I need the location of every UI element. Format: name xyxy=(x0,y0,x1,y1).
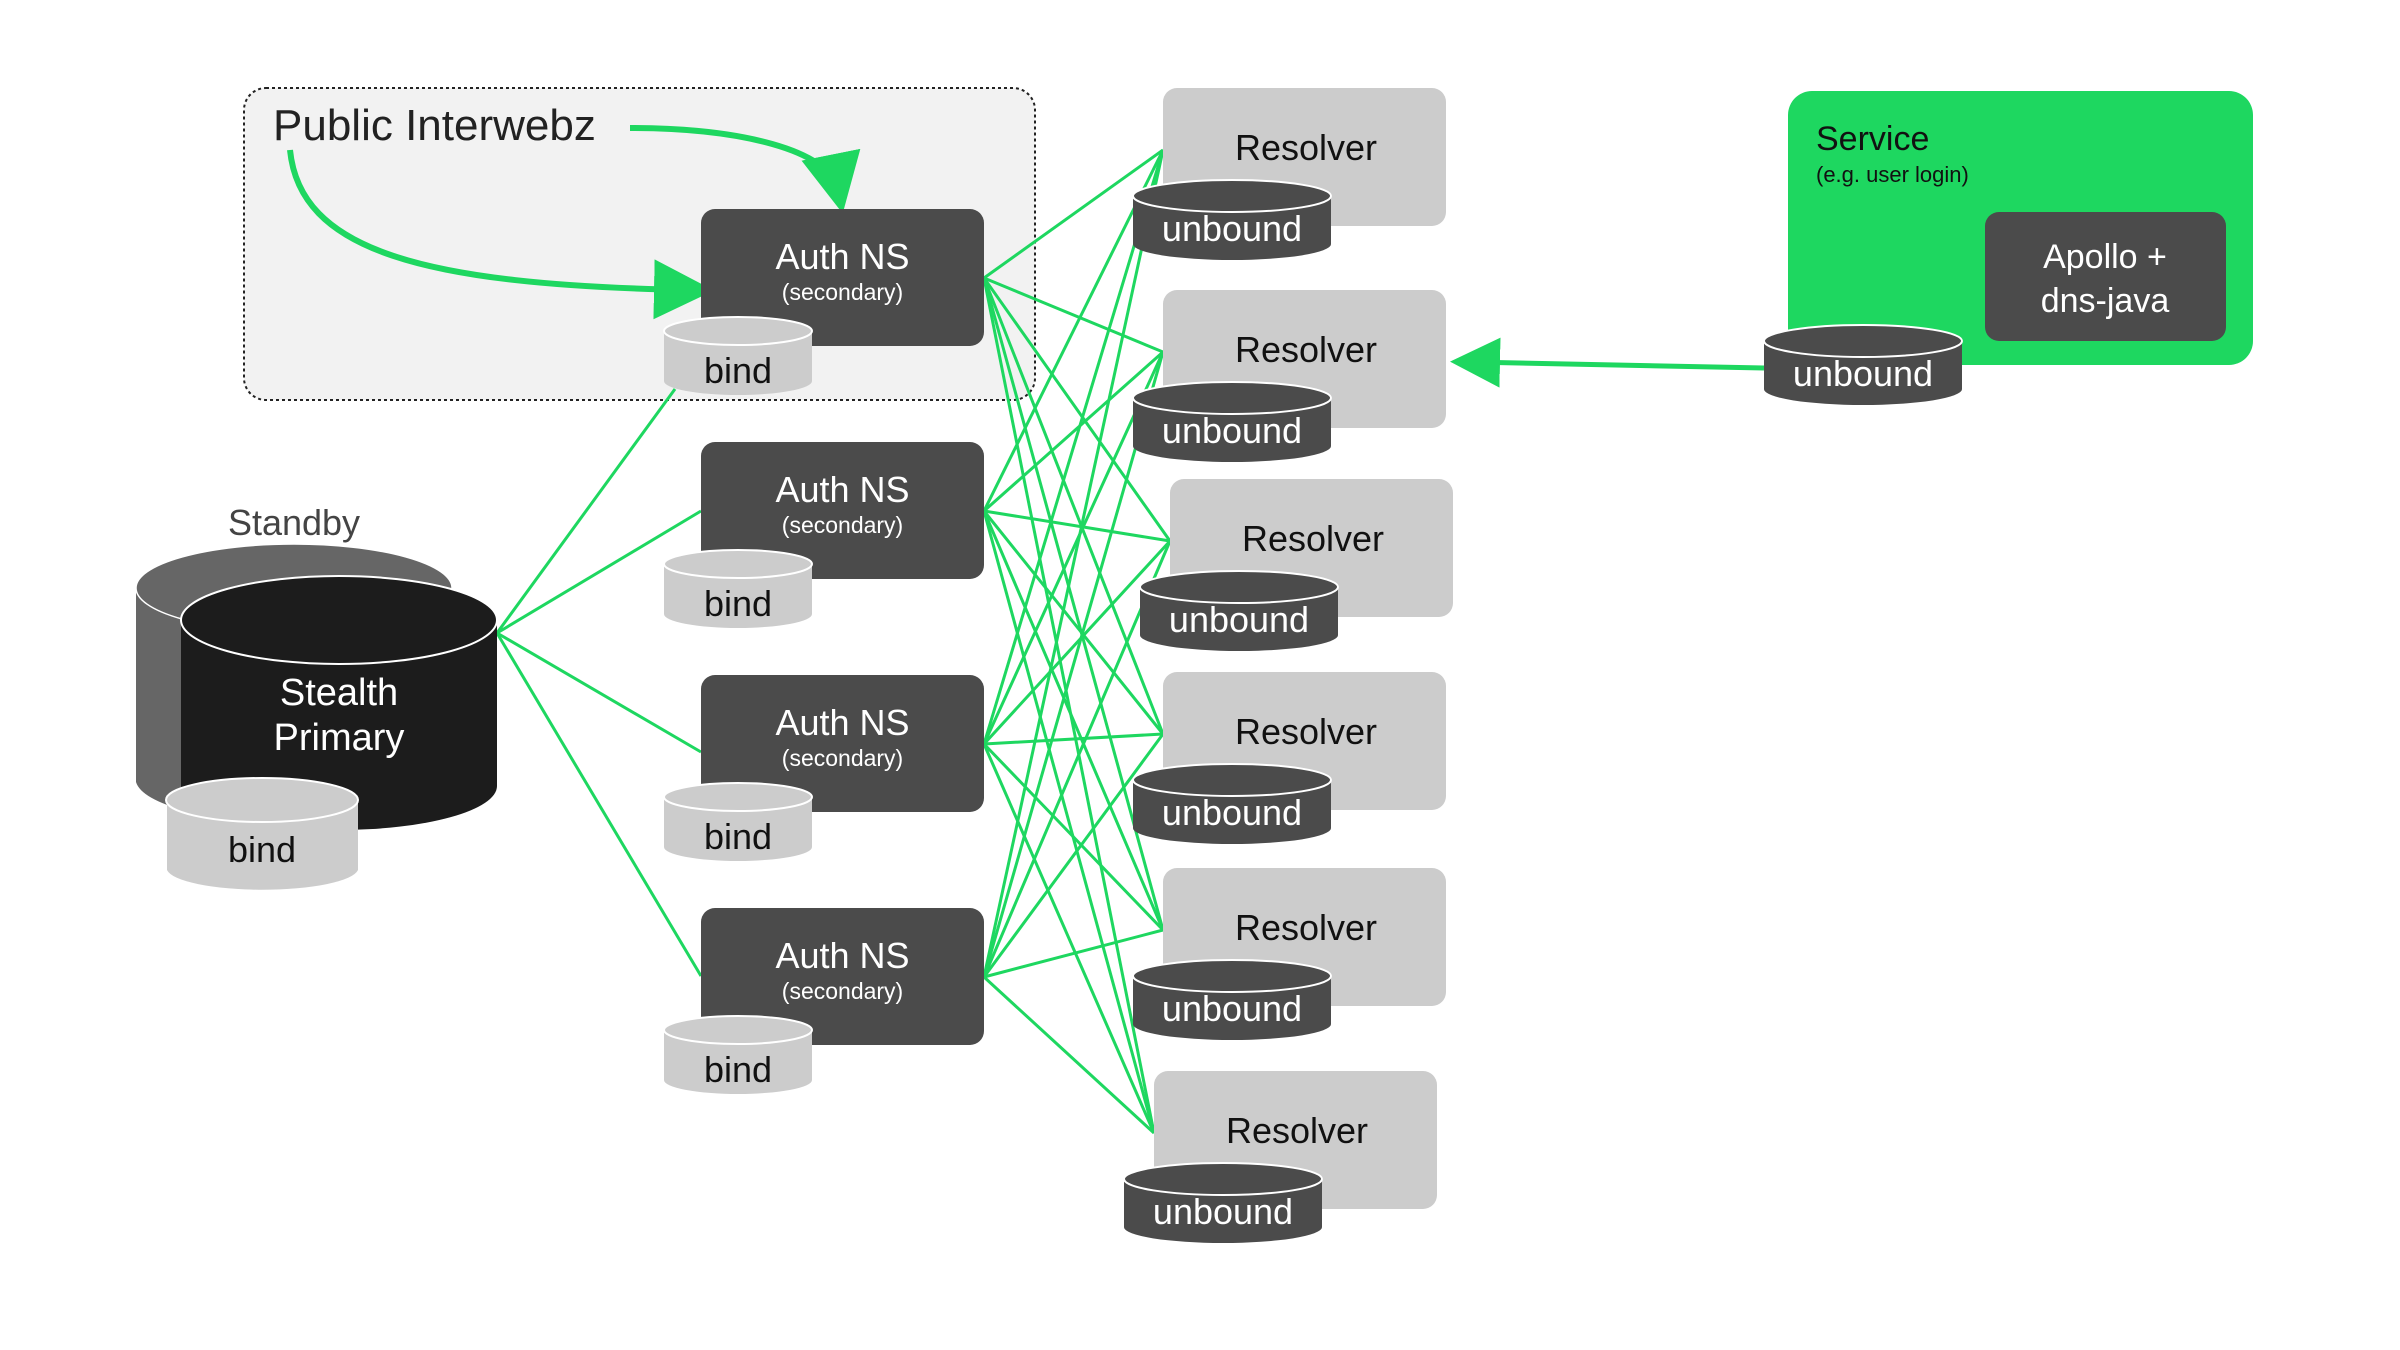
edge-auth-resolver xyxy=(983,928,1164,979)
resolver: Resolver unbound xyxy=(1132,672,1446,844)
bind-label: bind xyxy=(704,1049,772,1090)
resolver-title: Resolver xyxy=(1235,127,1377,168)
apollo-label-2: dns-java xyxy=(2041,282,2170,320)
edge-primary-auth xyxy=(496,631,702,754)
auth-ns-subtitle: (secondary) xyxy=(782,978,903,1004)
unbound-label: unbound xyxy=(1162,988,1302,1029)
auth-ns-title: Auth NS xyxy=(775,935,909,976)
unbound-database: unbound xyxy=(1132,763,1332,844)
auth-ns-subtitle: (secondary) xyxy=(782,279,903,305)
bind-database: bind xyxy=(663,1015,813,1094)
edge-primary-auth xyxy=(495,388,677,634)
resolver-title: Resolver xyxy=(1226,1110,1368,1151)
dns-architecture-diagram: Public Interwebz Standby Stealth Primary… xyxy=(135,87,2253,1243)
stealth-primary-label-1: Stealth xyxy=(280,672,398,714)
unbound-label: unbound xyxy=(1153,1191,1293,1232)
edge-auth-resolver xyxy=(982,277,1156,1134)
unbound-database: unbound xyxy=(1123,1162,1323,1243)
bind-database: bind xyxy=(663,549,813,628)
bind-database: bind xyxy=(663,316,813,395)
bind-label: bind xyxy=(704,816,772,857)
public-zone-title: Public Interwebz xyxy=(273,101,596,150)
service-subtitle: (e.g. user login) xyxy=(1816,162,1969,187)
unbound-label: unbound xyxy=(1162,410,1302,451)
resolver-title: Resolver xyxy=(1242,518,1384,559)
resolver-title: Resolver xyxy=(1235,711,1377,752)
unbound-label: unbound xyxy=(1162,208,1302,249)
auth-servers: Auth NS(secondary)bindAuth NS(secondary)… xyxy=(663,209,984,1094)
standby-label: Standby xyxy=(228,502,360,543)
unbound-database: unbound xyxy=(1132,959,1332,1040)
unbound-label: unbound xyxy=(1169,599,1309,640)
unbound-database: unbound xyxy=(1132,179,1332,260)
auth-ns-title: Auth NS xyxy=(775,236,909,277)
resolver: Resolver unbound xyxy=(1123,1071,1437,1243)
edge-auth-resolver xyxy=(982,539,1172,746)
service-title: Service xyxy=(1816,120,1929,158)
edge-auth-resolver xyxy=(982,510,1156,1134)
unbound-database: unbound xyxy=(1132,381,1332,462)
auth-ns-server: Auth NS(secondary) bind xyxy=(663,908,984,1094)
service-to-resolver-arrow xyxy=(1450,337,1765,388)
resolver: Resolver unbound xyxy=(1132,290,1446,462)
auth-ns-title: Auth NS xyxy=(775,702,909,743)
unbound-database: unbound xyxy=(1139,570,1339,651)
apollo-label-1: Apollo + xyxy=(2043,238,2167,276)
bind-label: bind xyxy=(704,583,772,624)
auth-ns-subtitle: (secondary) xyxy=(782,512,903,538)
auth-ns-subtitle: (secondary) xyxy=(782,745,903,771)
resolver: Resolver unbound xyxy=(1132,868,1446,1040)
auth-ns-server: Auth NS(secondary) bind xyxy=(663,442,984,628)
resolver: Resolver unbound xyxy=(1132,88,1446,260)
bind-database: bind xyxy=(663,782,813,861)
resolver: Resolver unbound xyxy=(1139,479,1453,651)
auth-ns-title: Auth NS xyxy=(775,469,909,510)
service-unbound-label: unbound xyxy=(1793,353,1933,394)
resolvers: Resolver unbound Resolver unbound Resolver un… xyxy=(1123,88,1453,1243)
primary-bind-label: bind xyxy=(228,829,296,870)
bind-label: bind xyxy=(704,350,772,391)
resolver-title: Resolver xyxy=(1235,329,1377,370)
resolver-title: Resolver xyxy=(1235,907,1377,948)
stealth-primary-label-2: Primary xyxy=(274,717,405,759)
auth-ns-server: Auth NS(secondary) bind xyxy=(663,675,984,861)
apollo-client-box xyxy=(1985,212,2226,341)
unbound-label: unbound xyxy=(1162,792,1302,833)
edge-auth-resolver xyxy=(982,510,1165,931)
